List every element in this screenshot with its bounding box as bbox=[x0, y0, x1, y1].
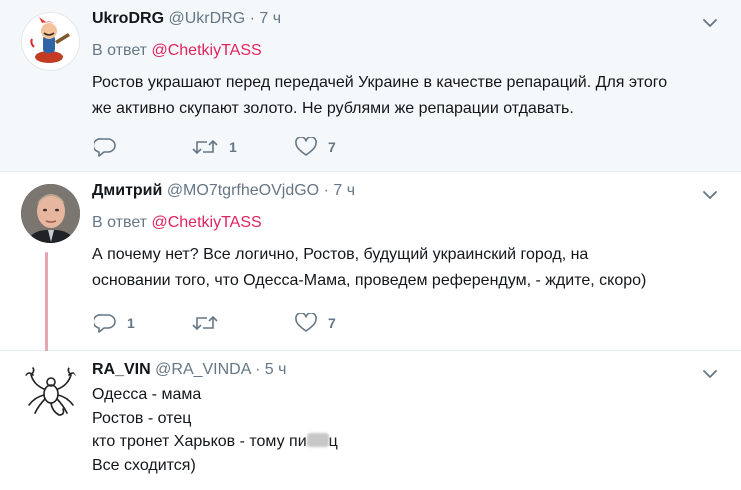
tweet-dmitriy[interactable]: Дмитрий @MO7tgrfheOVjdGO · 7 ч В ответ @… bbox=[0, 172, 741, 352]
tweet-text-line: Все сходится) bbox=[92, 456, 196, 474]
retweet-count: 1 bbox=[229, 139, 237, 155]
author-handle[interactable]: @RA_VINDA bbox=[155, 361, 250, 378]
tweet-text: Ростов украшают перед передачей Украине … bbox=[92, 70, 667, 122]
reply-count: 1 bbox=[127, 315, 135, 331]
chevron-down-icon[interactable] bbox=[703, 367, 717, 381]
tweet-ra-vin[interactable]: RA_VIN @RA_VINDA · 5 ч Одесса - мама Рос… bbox=[0, 351, 741, 490]
tweet-text-line: кто тронет Харьков - тому пи ц bbox=[92, 430, 338, 454]
avatar-ukrodrg[interactable] bbox=[21, 12, 80, 71]
reply-prefix: В ответ bbox=[92, 42, 148, 59]
tweet-text-fragment: кто тронет Харьков - тому пи bbox=[92, 433, 307, 450]
author-handle[interactable]: @UkrDRG bbox=[168, 10, 245, 27]
reply-prefix: В ответ bbox=[92, 214, 148, 231]
like-count: 7 bbox=[328, 139, 336, 155]
tweet-text-line: основании того, что Одесса-Мама, проведе… bbox=[92, 272, 647, 289]
separator-dot: · bbox=[254, 361, 261, 378]
avatar-dmitriy[interactable] bbox=[21, 184, 80, 243]
thread-connector bbox=[45, 252, 48, 352]
tweet-time[interactable]: 5 ч bbox=[265, 361, 287, 378]
tweet-time[interactable]: 7 ч bbox=[259, 10, 281, 27]
like-icon bbox=[295, 313, 317, 332]
reply-icon bbox=[94, 314, 116, 333]
chevron-down-icon[interactable] bbox=[703, 188, 717, 202]
tweet-header: RA_VIN @RA_VINDA · 5 ч bbox=[92, 361, 286, 379]
tweet-text: Одесса - мама Ростов - отец кто тронет Х… bbox=[92, 383, 338, 477]
retweet-icon bbox=[192, 139, 218, 155]
reply-context: В ответ @ChetkiyTASS bbox=[92, 42, 262, 60]
tweet-text-line: Ростов - отец bbox=[92, 409, 192, 427]
separator-dot: · bbox=[323, 182, 329, 199]
reply-mention[interactable]: @ChetkiyTASS bbox=[151, 214, 261, 231]
tweet-text-fragment: ц bbox=[328, 433, 338, 450]
separator-dot: · bbox=[249, 10, 255, 27]
tweet-time[interactable]: 7 ч bbox=[333, 182, 355, 199]
tweet-header: Дмитрий @MO7tgrfheOVjdGO · 7 ч bbox=[92, 182, 355, 200]
author-name[interactable]: UkroDRG bbox=[92, 10, 164, 27]
like-count: 7 bbox=[328, 315, 336, 331]
retweet-button[interactable]: 1 bbox=[192, 135, 237, 159]
like-button[interactable]: 7 bbox=[295, 311, 336, 335]
censored-blur bbox=[306, 433, 329, 447]
reply-mention[interactable]: @ChetkiyTASS bbox=[151, 42, 261, 59]
avatar-ra-vin[interactable] bbox=[21, 361, 80, 420]
tweet-text: А почему нет? Все логично, Ростов, будущ… bbox=[92, 242, 646, 294]
retweet-button[interactable] bbox=[192, 311, 229, 335]
chevron-down-icon[interactable] bbox=[703, 16, 717, 30]
like-icon bbox=[295, 137, 317, 156]
tweet-text-line: Ростов украшают перед передачей Украине … bbox=[92, 74, 668, 91]
retweet-icon bbox=[192, 315, 218, 331]
like-button[interactable]: 7 bbox=[295, 135, 336, 159]
tweet-header: UkroDRG @UkrDRG · 7 ч bbox=[92, 10, 281, 28]
tweet-ukrodrg[interactable]: UkroDRG @UkrDRG · 7 ч В ответ @ChetkiyTA… bbox=[0, 0, 741, 172]
reply-context: В ответ @ChetkiyTASS bbox=[92, 214, 262, 232]
tweet-text-line: же активно скупают золото. Не рублями же… bbox=[92, 100, 574, 117]
tweet-text-line: А почему нет? Все логично, Ростов, будущ… bbox=[92, 246, 589, 263]
author-name[interactable]: Дмитрий bbox=[92, 182, 162, 199]
reply-button[interactable] bbox=[94, 135, 127, 159]
author-name[interactable]: RA_VIN bbox=[92, 361, 151, 378]
reply-icon bbox=[94, 138, 116, 157]
tweet-text-line: Одесса - мама bbox=[92, 386, 202, 403]
author-handle[interactable]: @MO7tgrfheOVjdGO bbox=[167, 182, 319, 199]
reply-button[interactable]: 1 bbox=[94, 311, 135, 335]
